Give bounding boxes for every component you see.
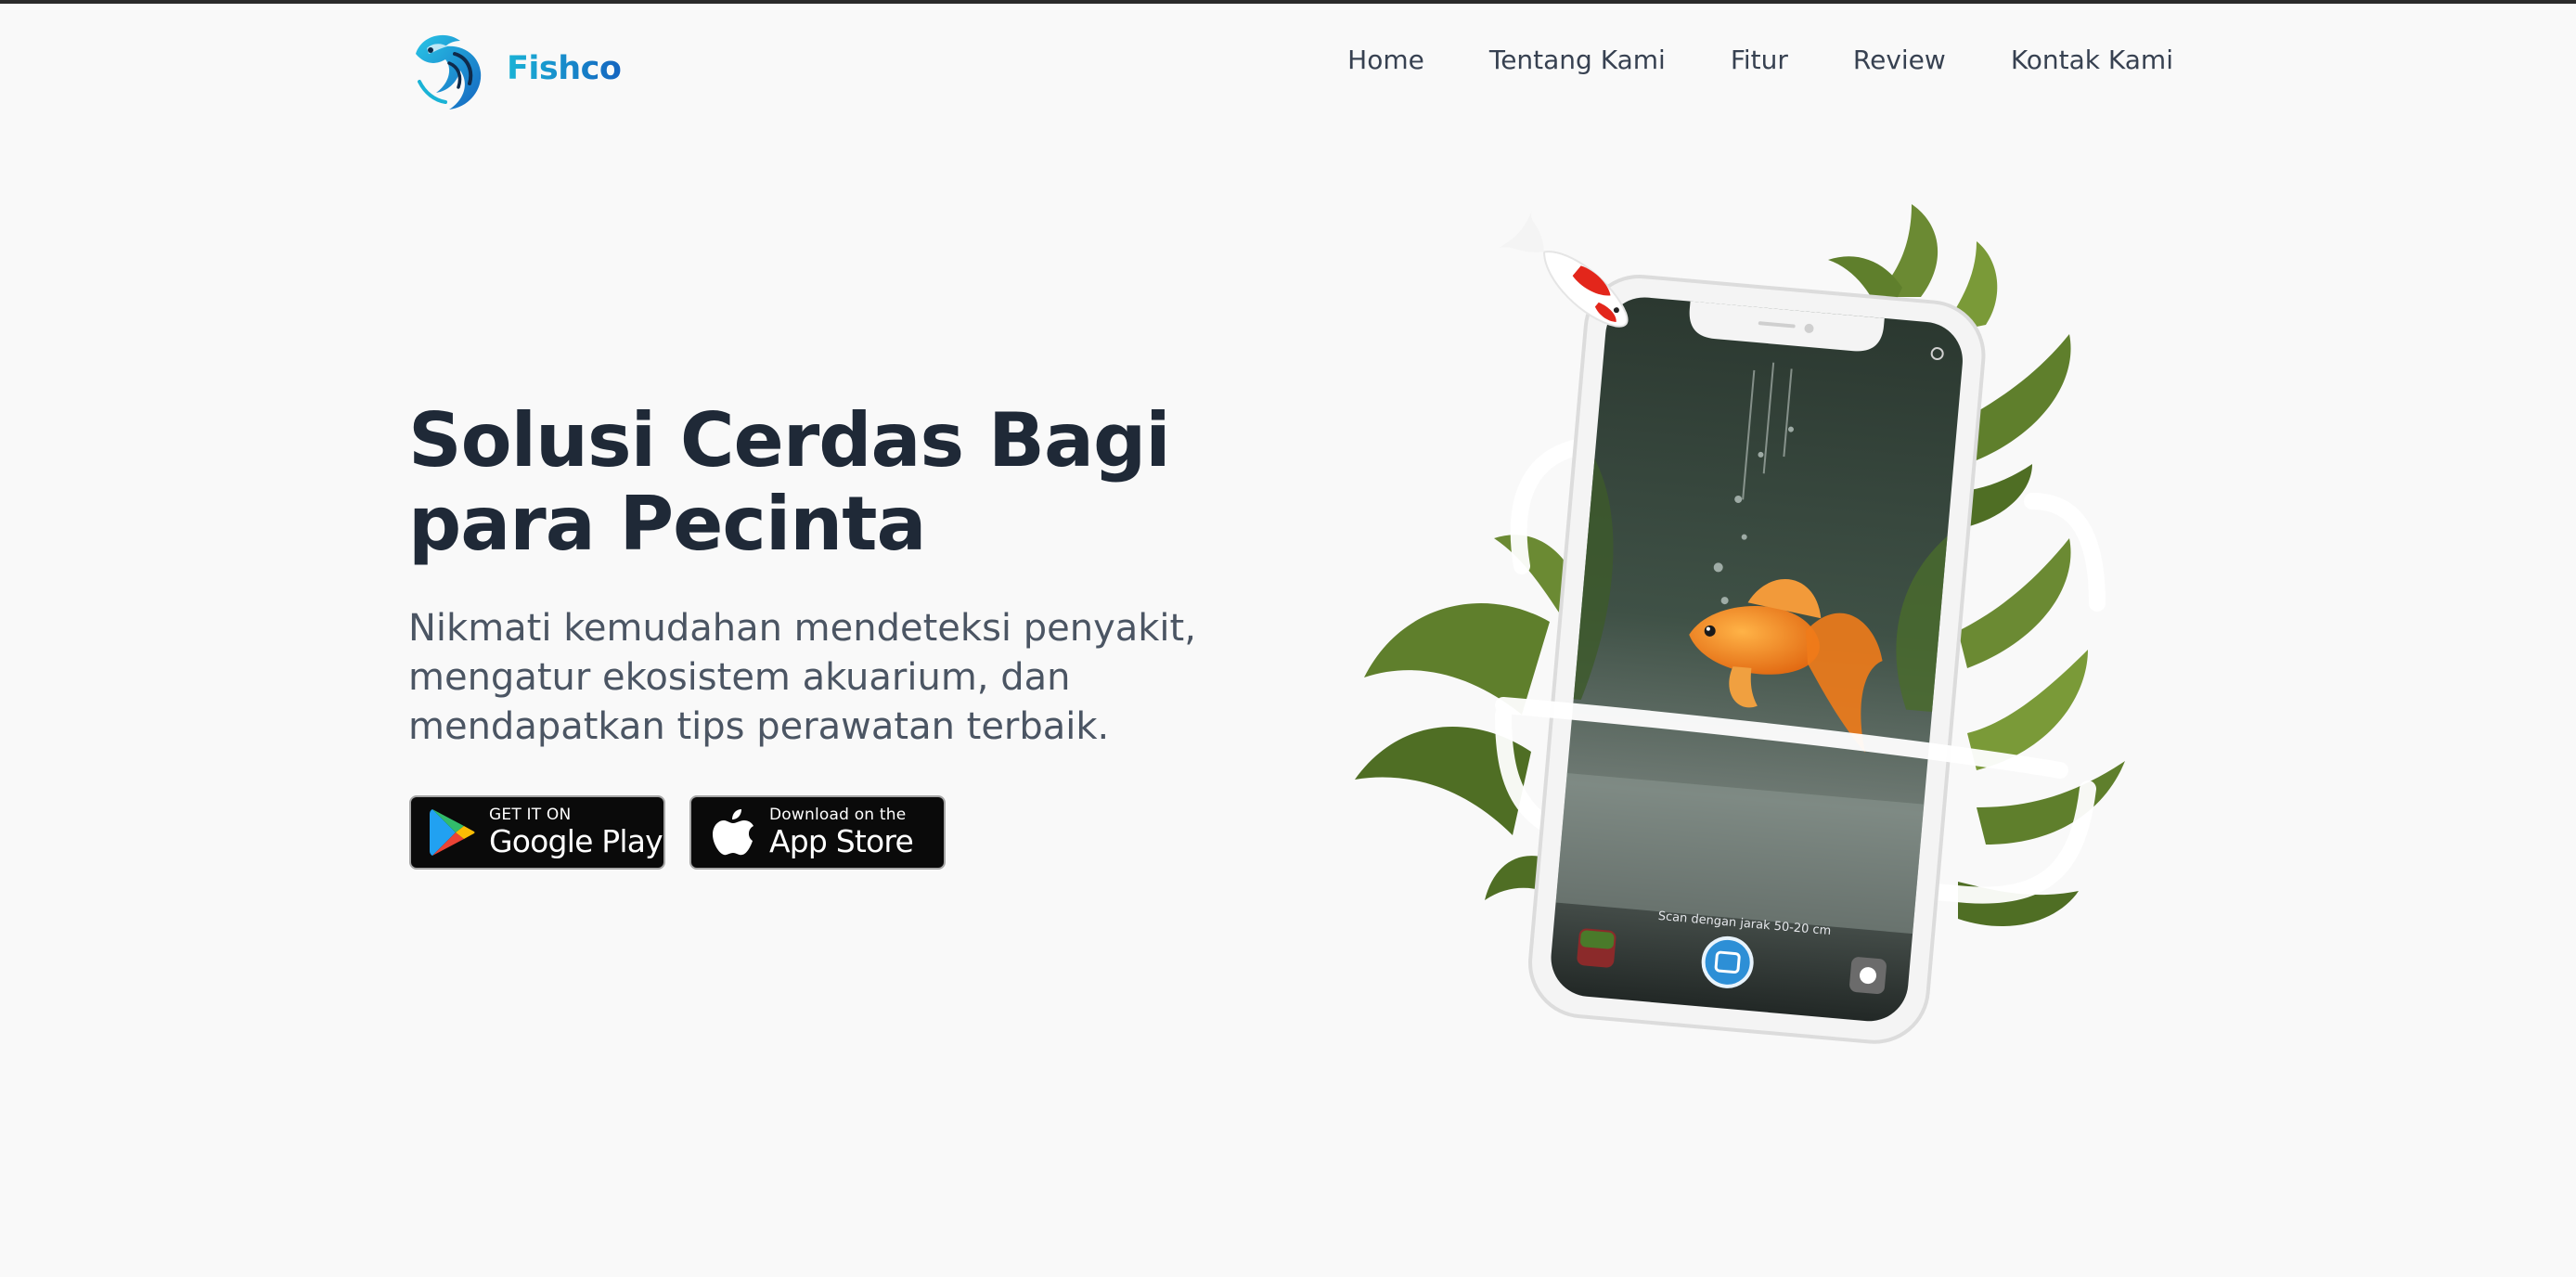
app-store-button[interactable]: Download on the App Store: [689, 795, 946, 870]
google-play-big-text: Google Play: [489, 823, 663, 859]
app-store-big-text: App Store: [769, 823, 914, 859]
nav-review[interactable]: Review: [1853, 45, 1946, 75]
koi-fish: [1499, 206, 1629, 328]
google-play-small-text: GET IT ON: [489, 806, 572, 824]
apple-icon: [713, 809, 753, 856]
hero-title: Solusi Cerdas Bagi para Pecinta: [408, 397, 1171, 567]
nav-home[interactable]: Home: [1347, 45, 1424, 75]
nav-fitur[interactable]: Fitur: [1731, 45, 1788, 75]
phone-mockup-image: [1355, 204, 2125, 1044]
fish-logo-icon: [416, 34, 482, 110]
google-play-icon: [430, 809, 475, 856]
hero-subtitle: Nikmati kemudahan mendeteksi penyakit, m…: [408, 607, 1196, 748]
brand[interactable]: Fishco: [408, 26, 622, 111]
hero-illustration: Scan dengan jarak 50-20 cm: [1336, 195, 2171, 1086]
brand-name: Fishco: [507, 50, 622, 87]
google-play-button[interactable]: GET IT ON Google Play: [409, 795, 665, 870]
main-nav: Home Tentang Kami Fitur Review Kontak Ka…: [1347, 45, 2173, 75]
nav-kontak-kami[interactable]: Kontak Kami: [2011, 45, 2173, 75]
store-badges: GET IT ON Google Play Download on the Ap…: [409, 795, 946, 870]
nav-tentang-kami[interactable]: Tentang Kami: [1489, 45, 1666, 75]
app-store-small-text: Download on the: [769, 806, 907, 824]
app-store-text: Download on the App Store: [769, 806, 914, 859]
navbar: Fishco Home Tentang Kami Fitur Review Ko…: [0, 4, 2576, 134]
google-play-text: GET IT ON Google Play: [489, 806, 663, 859]
